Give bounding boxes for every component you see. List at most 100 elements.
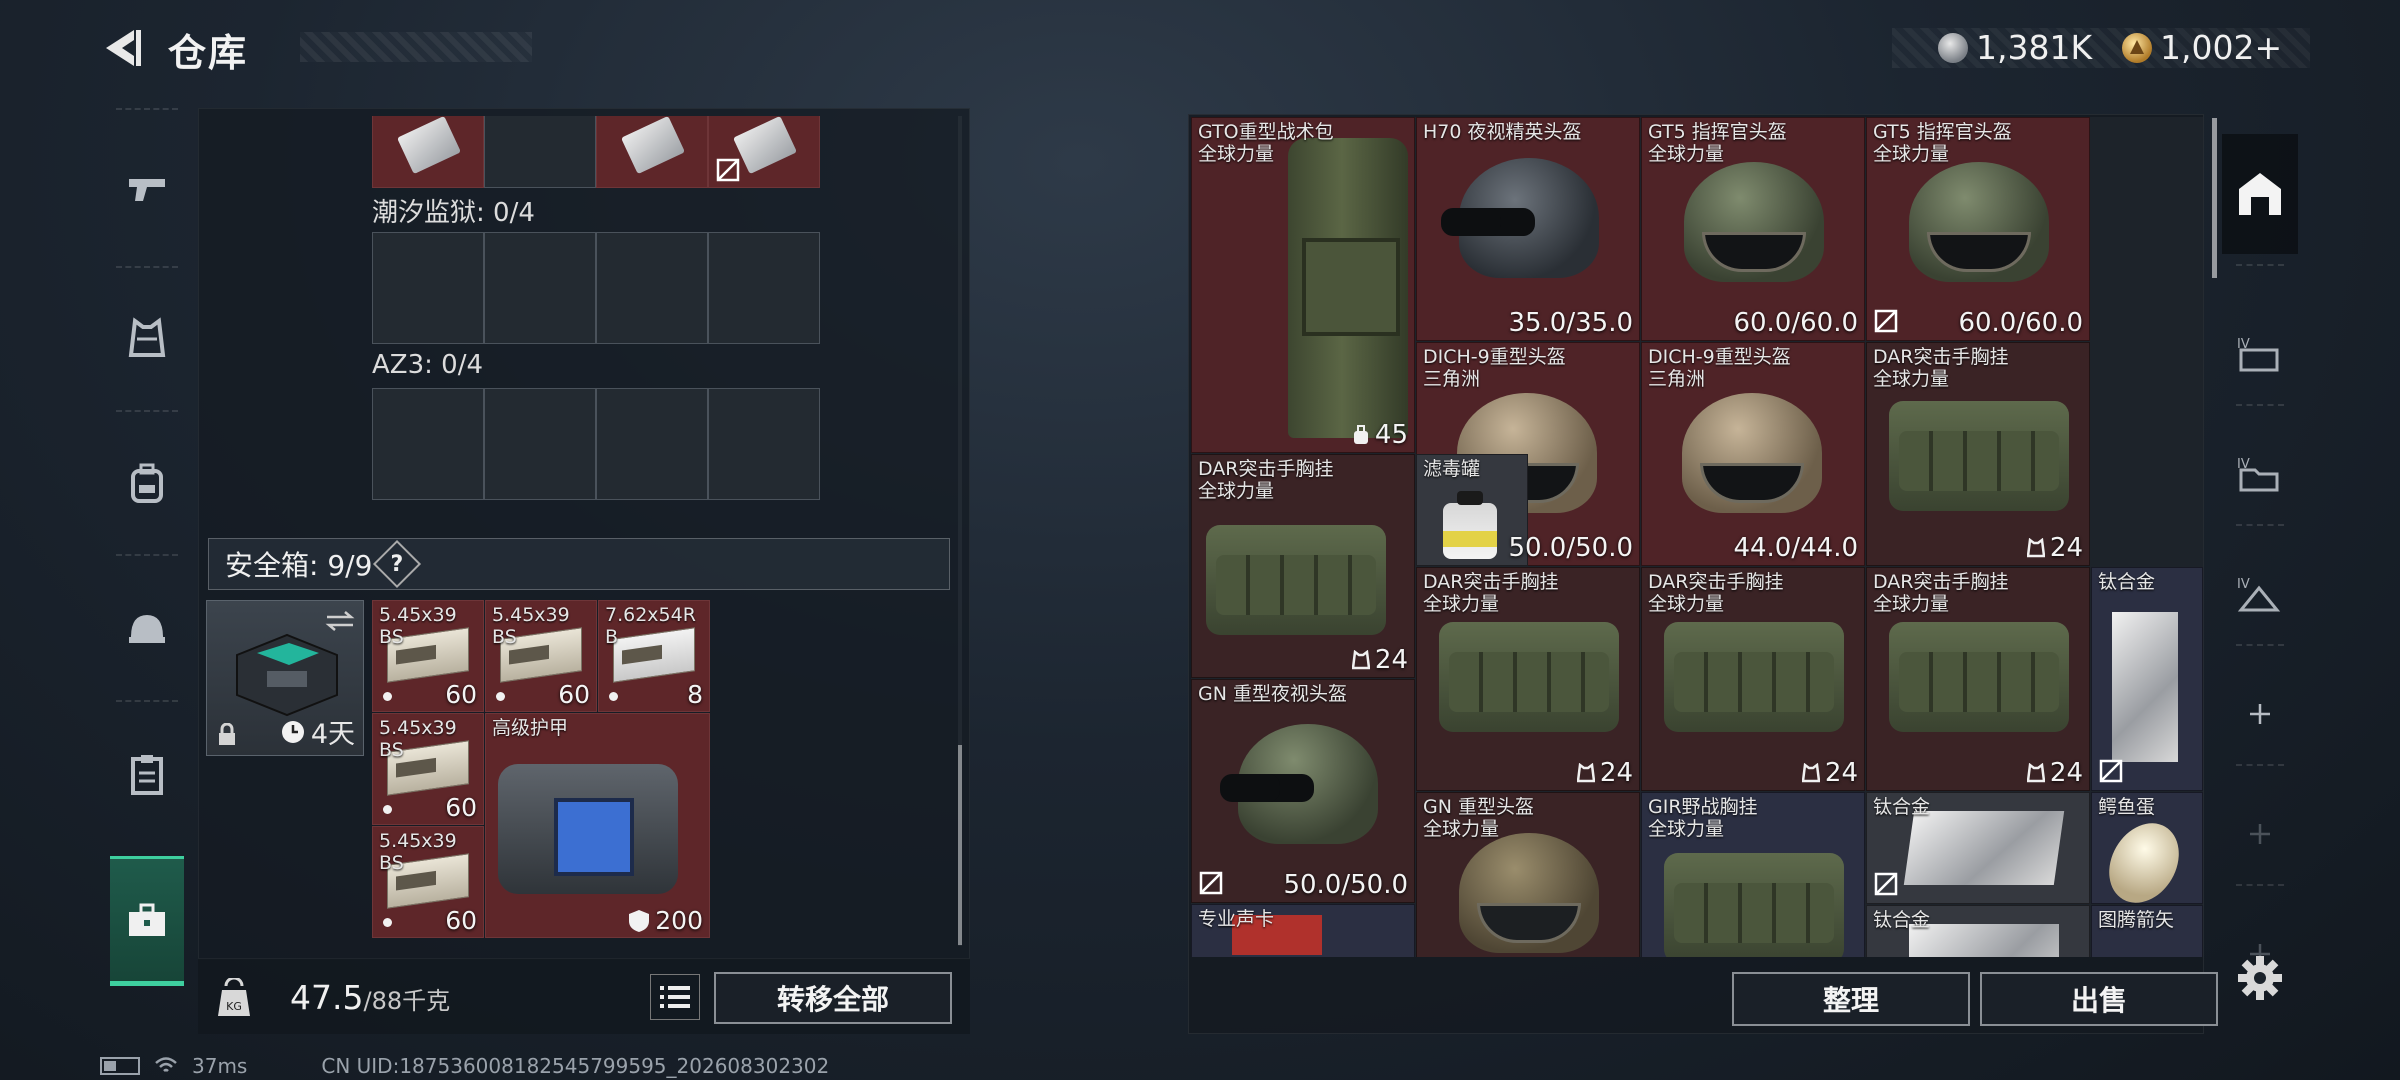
lock-icon xyxy=(219,723,235,745)
backpack-capacity-icon xyxy=(1353,425,1368,444)
no-insurance-icon xyxy=(716,158,740,182)
clipboard-icon xyxy=(131,755,163,795)
item-gir-rig[interactable]: GIR野战胸挂 全球力量 xyxy=(1641,792,1865,957)
grid-cell[interactable] xyxy=(708,116,820,188)
safe-item-ammo[interactable]: 5.45x39 BS 60 xyxy=(485,600,597,712)
back-button[interactable] xyxy=(100,26,144,70)
inventory-grid: GTO重型战术包 全球力量 45 H70 夜视精英头盔 35.0/35.0 GT… xyxy=(1191,117,2203,957)
list-icon xyxy=(660,986,690,1008)
rig-capacity-icon xyxy=(2026,763,2045,783)
item-gn-heavy-helmet[interactable]: GN 重型头盔 全球力量 xyxy=(1416,792,1640,957)
toolbox-icon xyxy=(129,903,165,936)
safe-box-timer: 4天 xyxy=(310,719,355,750)
item-dar-rig[interactable]: DAR突击手胸挂 全球力量 24 xyxy=(1416,567,1640,791)
help-icon: ? xyxy=(391,551,404,577)
storage-iv-icon: IV xyxy=(2237,337,2279,372)
tab-storage-iv-files[interactable]: IV xyxy=(2222,414,2298,534)
item-pro-sound-card[interactable]: 专业声卡 xyxy=(1191,904,1415,957)
left-scroll-thumb[interactable] xyxy=(958,745,962,945)
transfer-all-button[interactable]: 转移全部 xyxy=(714,972,952,1024)
sort-button[interactable]: 整理 xyxy=(1732,972,1970,1026)
item-dar-rig[interactable]: DAR突击手胸挂 全球力量 24 xyxy=(1191,454,1415,678)
tab-main-storage[interactable] xyxy=(2222,134,2298,254)
nav-helmet[interactable] xyxy=(100,564,194,694)
no-insurance-icon xyxy=(1874,309,1898,333)
slot-tidal-label: 潮汐监狱: 0/4 xyxy=(372,198,535,228)
item-titanium-alloy[interactable]: 钛合金 xyxy=(2091,567,2203,791)
pistol-icon xyxy=(129,179,165,201)
back-arrow-icon xyxy=(106,30,141,66)
grid-cell[interactable] xyxy=(596,116,708,188)
grid-cell[interactable] xyxy=(708,388,820,500)
slot-tidal-grid xyxy=(372,232,820,344)
safe-box-label: 安全箱: 9/9 xyxy=(225,549,373,582)
battery-icon xyxy=(100,1057,140,1075)
grid-cell[interactable] xyxy=(372,232,484,344)
weight-current: 47.5 xyxy=(290,978,364,1017)
title-decoration xyxy=(300,32,532,62)
weight-max: /88千克 xyxy=(363,987,451,1015)
safe-item-ammo[interactable]: 7.62x54R B 8 xyxy=(598,600,710,712)
nav-toolbox[interactable] xyxy=(110,856,184,986)
item-dich9-helmet[interactable]: DICH-9重型头盔 三角洲 44.0/44.0 xyxy=(1641,342,1865,566)
item-h70-helmet[interactable]: H70 夜视精英头盔 35.0/35.0 xyxy=(1416,117,1640,341)
tab-storage-iv-weapons[interactable]: IV xyxy=(2222,294,2298,414)
nav-armor[interactable] xyxy=(100,274,194,404)
grid-cell[interactable] xyxy=(372,116,484,188)
nav-backpack[interactable] xyxy=(100,418,194,548)
item-dar-rig[interactable]: DAR突击手胸挂 全球力量 24 xyxy=(1866,342,2090,566)
item-crocodile-egg[interactable]: 鳄鱼蛋 xyxy=(2091,792,2203,904)
gold-currency[interactable]: 1,002+ xyxy=(2122,28,2282,67)
grid-cell[interactable] xyxy=(596,388,708,500)
no-insurance-icon xyxy=(2099,759,2123,783)
grid-cell[interactable] xyxy=(484,388,596,500)
safe-item-armor[interactable]: 高级护甲 200 xyxy=(485,713,710,938)
item-titanium-alloy[interactable]: 钛合金 xyxy=(1866,905,2090,957)
grid-cell[interactable] xyxy=(372,388,484,500)
svg-text:KG: KG xyxy=(226,1000,242,1013)
safe-item-ammo[interactable]: 5.45x39 BS 60 xyxy=(372,600,484,712)
item-titanium-alloy[interactable]: 钛合金 xyxy=(1866,792,2090,904)
grid-cell[interactable] xyxy=(708,232,820,344)
vest-icon xyxy=(128,317,166,357)
item-gn-nv-helmet[interactable]: GN 重型夜视头盔 50.0/50.0 xyxy=(1191,679,1415,903)
tab-storage-iv-misc[interactable]: IV xyxy=(2222,534,2298,654)
item-gt5-helmet[interactable]: GT5 指挥官头盔 全球力量 60.0/60.0 xyxy=(1641,117,1865,341)
item-gto-backpack[interactable]: GTO重型战术包 全球力量 45 xyxy=(1191,117,1415,453)
nav-clipboard[interactable] xyxy=(100,710,194,840)
sell-button[interactable]: 出售 xyxy=(1980,972,2218,1026)
uid-text: CN UID:187536008182545799595_20260830230… xyxy=(321,1054,830,1078)
rig-capacity-icon xyxy=(1351,650,1370,670)
grid-cell[interactable] xyxy=(484,116,596,188)
storage-iv-folder-icon: IV xyxy=(2237,457,2279,492)
item-totem-arrow[interactable]: 图腾箭矢 xyxy=(2091,905,2203,957)
backpack-icon xyxy=(131,463,163,503)
slot-az3-grid xyxy=(372,388,820,500)
safe-box-slot[interactable]: 4天 xyxy=(206,600,364,756)
grid-cell[interactable] xyxy=(596,232,708,344)
status-bar: 37ms CN UID:187536008182545799595_202608… xyxy=(100,1054,829,1078)
grid-cell[interactable] xyxy=(484,232,596,344)
right-nav: IV IV IV xyxy=(2222,114,2298,1034)
item-dar-rig[interactable]: DAR突击手胸挂 全球力量 24 xyxy=(1866,567,2090,791)
safe-item-ammo[interactable]: 5.45x39 BS 60 xyxy=(372,713,484,825)
rig-capacity-icon xyxy=(1801,763,1820,783)
item-dar-rig[interactable]: DAR突击手胸挂 全球力量 24 xyxy=(1641,567,1865,791)
gear-icon[interactable] xyxy=(2236,954,2284,1002)
gold-coin-icon xyxy=(2122,32,2152,63)
swap-icon[interactable] xyxy=(325,609,355,633)
weight-icon: KG xyxy=(218,978,250,1016)
warehouse-icon xyxy=(2239,173,2281,215)
list-view-button[interactable] xyxy=(650,974,700,1020)
safe-item-ammo[interactable]: 5.45x39 BS 60 xyxy=(372,826,484,938)
inventory-scroll-thumb[interactable] xyxy=(2212,118,2217,278)
wifi-icon xyxy=(155,1057,177,1072)
rig-capacity-icon xyxy=(1576,763,1595,783)
add-storage-button-disabled xyxy=(2222,774,2298,894)
safe-box-image xyxy=(236,633,338,717)
weight-display: 47.5/88千克 xyxy=(290,978,450,1017)
item-gt5-helmet[interactable]: GT5 指挥官头盔 全球力量 60.0/60.0 xyxy=(1866,117,2090,341)
help-button[interactable]: ? xyxy=(373,539,422,589)
nav-weapons[interactable] xyxy=(100,124,194,254)
add-storage-button[interactable] xyxy=(2222,654,2298,774)
